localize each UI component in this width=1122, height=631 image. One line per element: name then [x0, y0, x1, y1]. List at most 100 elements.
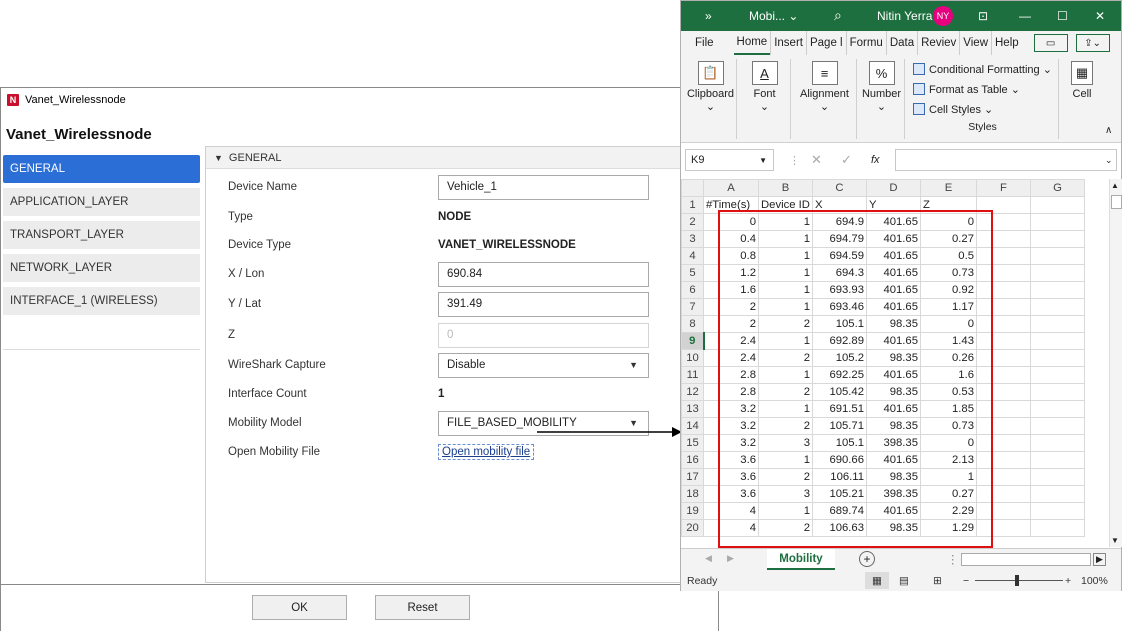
- cell[interactable]: 0.26: [920, 349, 977, 367]
- row-header[interactable]: 6: [681, 281, 704, 299]
- search-icon[interactable]: ⌕: [834, 7, 842, 24]
- row-header[interactable]: 20: [681, 519, 704, 537]
- cell[interactable]: [1030, 400, 1085, 418]
- cell-styles-button[interactable]: Cell Styles ⌄: [907, 99, 1058, 119]
- cell[interactable]: 3.6: [703, 485, 759, 503]
- cell[interactable]: [976, 468, 1031, 486]
- cell[interactable]: [976, 485, 1031, 503]
- y-lat-input[interactable]: 391.49: [438, 291, 649, 317]
- cell[interactable]: 1: [758, 502, 813, 520]
- page-break-view-icon[interactable]: ⊞: [933, 575, 942, 587]
- cell[interactable]: Device ID: [758, 196, 813, 214]
- font-group[interactable]: A Font ⌄: [739, 59, 791, 139]
- row-header[interactable]: 13: [681, 400, 704, 418]
- device-name-input[interactable]: Vehicle_1: [438, 174, 649, 200]
- cell[interactable]: [976, 281, 1031, 299]
- cell[interactable]: 3.2: [703, 434, 759, 452]
- collapse-ribbon-icon[interactable]: ∧: [1105, 125, 1112, 136]
- column-header[interactable]: D: [866, 179, 921, 197]
- nav-item-network-layer[interactable]: NETWORK_LAYER: [3, 254, 200, 282]
- cell[interactable]: [1030, 247, 1085, 265]
- cell[interactable]: 401.65: [866, 247, 921, 265]
- comments-icon[interactable]: ▭: [1033, 34, 1068, 52]
- row-header[interactable]: 19: [681, 502, 704, 520]
- cell[interactable]: 0.73: [920, 264, 977, 282]
- cell[interactable]: 1: [758, 451, 813, 469]
- prev-sheet-icon[interactable]: ◀: [705, 553, 712, 564]
- cell[interactable]: 1: [758, 400, 813, 418]
- cell[interactable]: X: [812, 196, 867, 214]
- cell[interactable]: 2.4: [703, 349, 759, 367]
- cell[interactable]: 4: [703, 502, 759, 520]
- row-header[interactable]: 17: [681, 468, 704, 486]
- function-icon[interactable]: fx: [871, 154, 880, 166]
- cell[interactable]: 98.35: [866, 315, 921, 333]
- maximize-icon[interactable]: ☐: [1057, 9, 1068, 23]
- cell[interactable]: 0.73: [920, 417, 977, 435]
- cell[interactable]: [976, 502, 1031, 520]
- cell[interactable]: 0.4: [703, 230, 759, 248]
- cell[interactable]: [976, 400, 1031, 418]
- cell[interactable]: [976, 332, 1031, 350]
- cell[interactable]: [976, 349, 1031, 367]
- formula-input[interactable]: [895, 149, 1117, 171]
- cell[interactable]: 694.3: [812, 264, 867, 282]
- cell[interactable]: 693.93: [812, 281, 867, 299]
- tab-review[interactable]: Reviev: [918, 31, 961, 55]
- cell[interactable]: [1030, 502, 1085, 520]
- cell[interactable]: 1: [758, 264, 813, 282]
- cell[interactable]: 1.85: [920, 400, 977, 418]
- cell[interactable]: 401.65: [866, 366, 921, 384]
- column-header[interactable]: C: [812, 179, 867, 197]
- cell[interactable]: [1030, 349, 1085, 367]
- cell[interactable]: #Time(s): [703, 196, 759, 214]
- row-header[interactable]: 12: [681, 383, 704, 401]
- cell[interactable]: 401.65: [866, 281, 921, 299]
- tab-help[interactable]: Help: [992, 31, 1022, 55]
- cell[interactable]: 1: [920, 468, 977, 486]
- ok-button[interactable]: OK: [252, 595, 347, 620]
- cell[interactable]: [1030, 264, 1085, 282]
- vertical-scrollbar[interactable]: ▲ ▼: [1109, 179, 1122, 547]
- zoom-in-icon[interactable]: +: [1065, 575, 1071, 587]
- cell[interactable]: 105.42: [812, 383, 867, 401]
- cell[interactable]: [976, 519, 1031, 537]
- format-as-table-button[interactable]: Format as Table ⌄: [907, 79, 1058, 99]
- nav-item-application-layer[interactable]: APPLICATION_LAYER: [3, 188, 200, 216]
- cell[interactable]: 1.6: [920, 366, 977, 384]
- cell[interactable]: [1030, 485, 1085, 503]
- add-sheet-icon[interactable]: +: [859, 551, 875, 567]
- cell[interactable]: 2: [758, 468, 813, 486]
- cell[interactable]: 3.2: [703, 400, 759, 418]
- row-header[interactable]: 4: [681, 247, 704, 265]
- cell[interactable]: [1030, 417, 1085, 435]
- nav-item-transport-layer[interactable]: TRANSPORT_LAYER: [3, 221, 200, 249]
- tab-formulas[interactable]: Formu: [847, 31, 887, 55]
- page-layout-view-icon[interactable]: ▤: [899, 575, 909, 587]
- cell[interactable]: [976, 247, 1031, 265]
- column-header[interactable]: G: [1030, 179, 1085, 197]
- cell[interactable]: 2: [758, 417, 813, 435]
- cell[interactable]: 0.27: [920, 230, 977, 248]
- cell[interactable]: 398.35: [866, 485, 921, 503]
- cell[interactable]: 2: [703, 315, 759, 333]
- cell[interactable]: 693.46: [812, 298, 867, 316]
- column-header[interactable]: E: [920, 179, 977, 197]
- cell[interactable]: [1030, 230, 1085, 248]
- cell[interactable]: [976, 196, 1031, 214]
- tab-data[interactable]: Data: [887, 31, 919, 55]
- cell[interactable]: [1030, 451, 1085, 469]
- quick-access-chevron[interactable]: »: [705, 9, 712, 23]
- cell[interactable]: [1030, 468, 1085, 486]
- cell[interactable]: 401.65: [866, 264, 921, 282]
- column-header[interactable]: F: [976, 179, 1031, 197]
- cell[interactable]: 3.6: [703, 468, 759, 486]
- zoom-level[interactable]: 100%: [1081, 575, 1108, 587]
- cell[interactable]: 105.2: [812, 349, 867, 367]
- cell[interactable]: 401.65: [866, 451, 921, 469]
- cell[interactable]: 2: [758, 519, 813, 537]
- cell[interactable]: 1.2: [703, 264, 759, 282]
- normal-view-icon[interactable]: ▦: [865, 572, 889, 589]
- row-header[interactable]: 11: [681, 366, 704, 384]
- cell[interactable]: 2: [758, 315, 813, 333]
